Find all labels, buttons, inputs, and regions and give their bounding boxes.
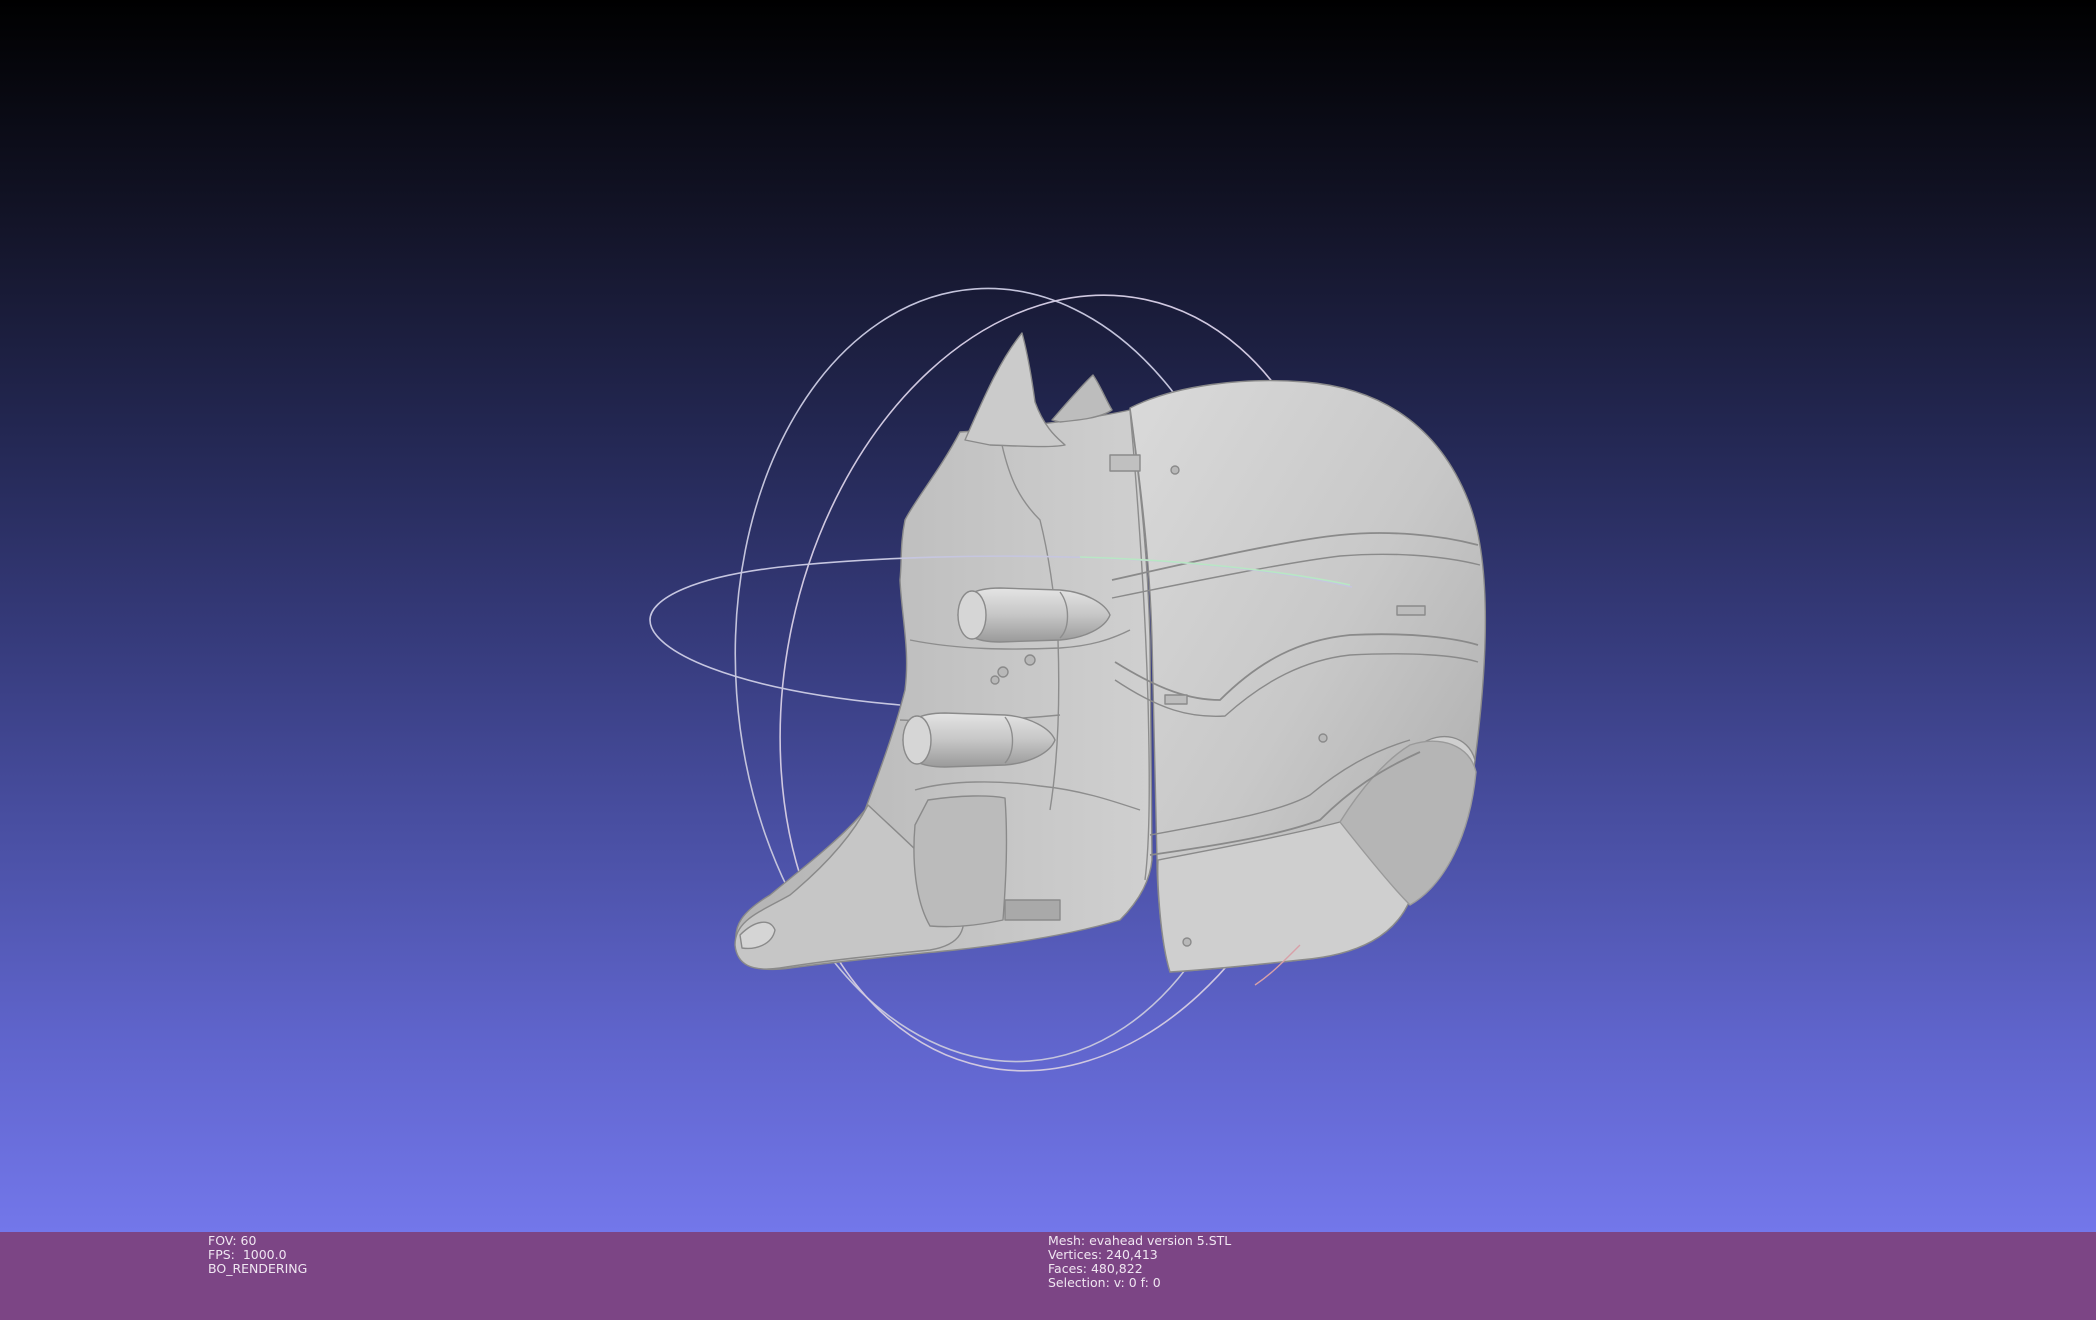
- fov-readout: FOV: 60: [208, 1233, 257, 1248]
- mesh-horn-right: [1051, 374, 1113, 423]
- mesh-tab-3: [1109, 454, 1141, 472]
- mesh-bolt-6: [1182, 937, 1192, 947]
- selection-count: Selection: v: 0 f: 0: [1048, 1275, 1161, 1290]
- mesh-tab-1: [1164, 694, 1188, 705]
- render-mode: BO_RENDERING: [208, 1261, 308, 1276]
- mesh-bolt-1: [1170, 465, 1180, 475]
- mesh-pod-upper: [957, 587, 1111, 643]
- viewport-canvas[interactable]: [0, 0, 2096, 1232]
- fps-readout: FPS: 1000.0: [208, 1247, 287, 1262]
- mesh-bolt-2: [1318, 733, 1328, 743]
- mesh-tab-2: [1396, 605, 1426, 616]
- render-info: FOV: 60 FPS: 1000.0 BO_RENDERING: [208, 1234, 307, 1276]
- mesh-bolt-3: [997, 666, 1009, 678]
- mesh-info: Mesh: evahead version 5.STL Vertices: 24…: [1048, 1234, 1231, 1290]
- mesh-name: Mesh: evahead version 5.STL: [1048, 1233, 1232, 1248]
- mesh-pod-lower: [902, 712, 1056, 768]
- mesh-chin-slot: [1004, 899, 1061, 921]
- mesh-model[interactable]: [734, 332, 1487, 973]
- status-info-bar: FOV: 60 FPS: 1000.0 BO_RENDERING Mesh: e…: [0, 1232, 2096, 1320]
- mesh-horn-left: [964, 332, 1066, 448]
- mesh-bolt-4: [1024, 654, 1036, 666]
- mesh-chin-block: [913, 795, 1008, 928]
- face-count: Faces: 480,822: [1048, 1261, 1143, 1276]
- vertex-count: Vertices: 240,413: [1048, 1247, 1158, 1262]
- 3d-viewport[interactable]: [0, 0, 2096, 1232]
- mesh-bolt-5: [990, 675, 1000, 685]
